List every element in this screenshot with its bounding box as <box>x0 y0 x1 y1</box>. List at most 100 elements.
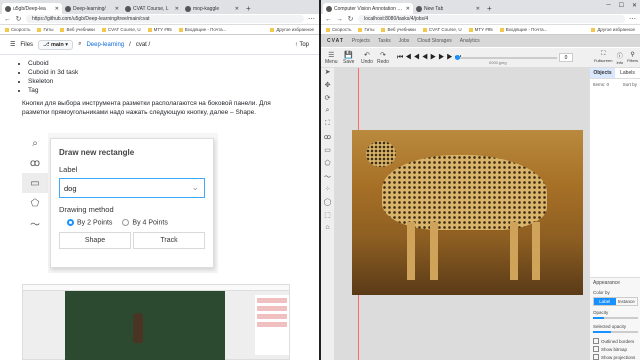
search-icon: ⌕ <box>32 137 38 149</box>
rectangle-icon[interactable]: ▭ <box>321 146 334 159</box>
menu-dots-icon[interactable]: ⋯ <box>629 15 636 23</box>
bookmark-item[interactable]: MTY #95 <box>148 27 172 32</box>
bookmark-item[interactable]: Гиты <box>358 27 374 32</box>
close-icon[interactable]: ✕ <box>175 6 179 12</box>
bookmark-item[interactable]: CVAT Course, U <box>102 27 141 32</box>
undo-icon: ↶ <box>364 52 370 59</box>
menu-dots-icon[interactable]: ⋯ <box>308 15 315 23</box>
other-bookmarks[interactable]: Другое избранное <box>591 27 635 32</box>
fullscreen-button[interactable]: ⛶ Fullscreen <box>594 51 612 65</box>
chevron-down-icon: ⌄ <box>191 182 199 192</box>
zoom-icon[interactable]: ⌕ <box>321 107 334 120</box>
fit-icon[interactable]: ⛶ <box>321 120 334 133</box>
cvat-logo[interactable]: CVAT <box>327 38 344 44</box>
cvat-icon <box>125 5 131 12</box>
polyline-icon[interactable]: 〜 <box>321 172 334 185</box>
appearance-title[interactable]: Appearance <box>593 280 638 286</box>
forward-icon[interactable]: → <box>336 16 343 23</box>
outlined-borders-checkbox[interactable]: Outlined borders <box>593 338 638 344</box>
files-label[interactable]: Files <box>20 42 33 48</box>
tab-cvat[interactable]: Computer Vision Annotation Too ✕ <box>323 3 413 14</box>
tab-kaggle[interactable]: mop-kaggle ✕ <box>182 3 242 14</box>
nav-tasks[interactable]: Tasks <box>378 38 391 44</box>
ellipse-icon[interactable]: ◯ <box>321 198 334 211</box>
nav-cloud-storages[interactable]: Cloud Storages <box>417 38 451 44</box>
breadcrumb-repo[interactable]: Deep-learning <box>86 42 124 48</box>
save-button[interactable]: 💾 Save <box>343 51 354 65</box>
redo-label: Redo <box>377 59 389 65</box>
tab-labels[interactable]: Labels <box>615 68 640 78</box>
top-button[interactable]: ↑ Top <box>295 42 309 48</box>
other-bookmarks[interactable]: Другое избранное <box>270 27 314 32</box>
selected-opacity-slider[interactable] <box>593 331 638 333</box>
opacity-slider[interactable] <box>593 317 638 319</box>
cursor-icon[interactable]: ➤ <box>321 68 334 81</box>
bookmark-item[interactable]: Гиты <box>37 27 53 32</box>
frame-slider[interactable] <box>455 55 557 60</box>
bookmark-item[interactable]: Входящие - Почта... <box>500 27 548 32</box>
maximize-icon[interactable]: ☐ <box>619 2 624 9</box>
close-icon[interactable]: ✕ <box>115 6 119 12</box>
ai-tools-icon[interactable]: ꝏ <box>321 133 334 146</box>
close-window-icon[interactable]: ✕ <box>632 2 637 9</box>
tab-strip: Computer Vision Annotation Too ✕ New Tab ✕… <box>321 0 640 14</box>
close-icon[interactable]: ✕ <box>235 6 239 12</box>
sidebar-toggle-icon[interactable]: ☰ <box>10 41 15 48</box>
tab-new[interactable]: New Tab ✕ <box>413 3 483 14</box>
tag-icon[interactable]: ⌂ <box>321 224 334 237</box>
url-field[interactable]: localhost:8080/tasks/4/jobs/4 <box>358 15 625 23</box>
close-icon[interactable]: ✕ <box>406 6 410 12</box>
rotate-icon[interactable]: ⟳ <box>321 94 334 107</box>
color-by-instance-option[interactable]: Instance <box>616 298 638 305</box>
tab-github[interactable]: u5gb/Deep-lea ✕ <box>2 3 62 14</box>
filters-button[interactable]: ⚲ Filters <box>627 51 638 65</box>
frame-number-input[interactable]: 0 <box>559 53 573 62</box>
refresh-icon[interactable]: ↻ <box>15 15 22 23</box>
minimize-icon[interactable]: ─ <box>606 2 610 9</box>
bookmark-item[interactable]: CVAT Course, U <box>423 27 462 32</box>
back-icon[interactable]: ← <box>325 16 332 23</box>
branch-select[interactable]: ⎇ main ▾ <box>38 39 74 50</box>
annotation-canvas[interactable] <box>335 68 589 360</box>
nav-analytics[interactable]: Analytics <box>460 38 480 44</box>
tab-objects[interactable]: Objects <box>590 68 615 78</box>
redo-button[interactable]: ↷ Redo <box>377 51 389 65</box>
radio-icon <box>122 219 130 226</box>
back-icon[interactable]: ← <box>4 16 11 23</box>
selected-opacity-label: Selected opacity <box>593 324 627 329</box>
objects-header-row: Items: 0 Sort by <box>590 79 640 90</box>
bookmark-item[interactable]: Скорость <box>5 27 30 32</box>
new-tab-button[interactable]: + <box>242 4 255 14</box>
show-projections-checkbox[interactable]: Show projections <box>593 354 638 360</box>
hamburger-icon: ☰ <box>328 52 335 59</box>
search-icon[interactable]: ⌕ <box>78 41 81 48</box>
close-icon[interactable]: ✕ <box>476 6 480 12</box>
nav-jobs[interactable]: Jobs <box>399 38 410 44</box>
bookmark-item[interactable]: Веб учебники <box>60 27 94 32</box>
menu-button[interactable]: ☰ Menu <box>325 51 338 65</box>
tab-cvat-course[interactable]: CVAT Course, L ✕ <box>122 3 182 14</box>
playback-controls[interactable]: ⏮◀◀◀▶▶▶⏭ <box>397 54 463 62</box>
nav-projects[interactable]: Projects <box>352 38 370 44</box>
move-icon[interactable]: ✥ <box>321 81 334 94</box>
bookmark-item[interactable]: MTY #95 <box>469 27 493 32</box>
polygon-icon[interactable]: ⬠ <box>321 159 334 172</box>
option-label: By 2 Points <box>77 219 113 227</box>
color-by-label-option[interactable]: Label <box>594 298 616 305</box>
undo-button[interactable]: ↶ Undo <box>361 51 373 65</box>
sort-by-select[interactable]: Sort by <box>623 82 637 87</box>
bookmark-item[interactable]: Скорость <box>326 27 351 32</box>
list-item: Skeleton <box>28 77 297 86</box>
tab-deep-learning[interactable]: Deep-learning/ ✕ <box>62 3 122 14</box>
refresh-icon[interactable]: ↻ <box>347 15 354 23</box>
bookmark-item[interactable]: Веб учебники <box>381 27 415 32</box>
lecturer-figure <box>133 313 143 343</box>
bookmark-item[interactable]: Входящие - Почта... <box>179 27 227 32</box>
show-bitmap-checkbox[interactable]: Show bitmap <box>593 346 638 352</box>
new-tab-button[interactable]: + <box>483 4 496 14</box>
close-icon[interactable]: ✕ <box>55 6 59 12</box>
info-button[interactable]: ⓘ Info <box>616 51 623 65</box>
cuboid-icon[interactable]: ⬚ <box>321 211 334 224</box>
points-icon[interactable]: ⁘ <box>321 185 334 198</box>
url-field[interactable]: https://github.com/u5gb/Deep-learning/tr… <box>26 15 304 23</box>
